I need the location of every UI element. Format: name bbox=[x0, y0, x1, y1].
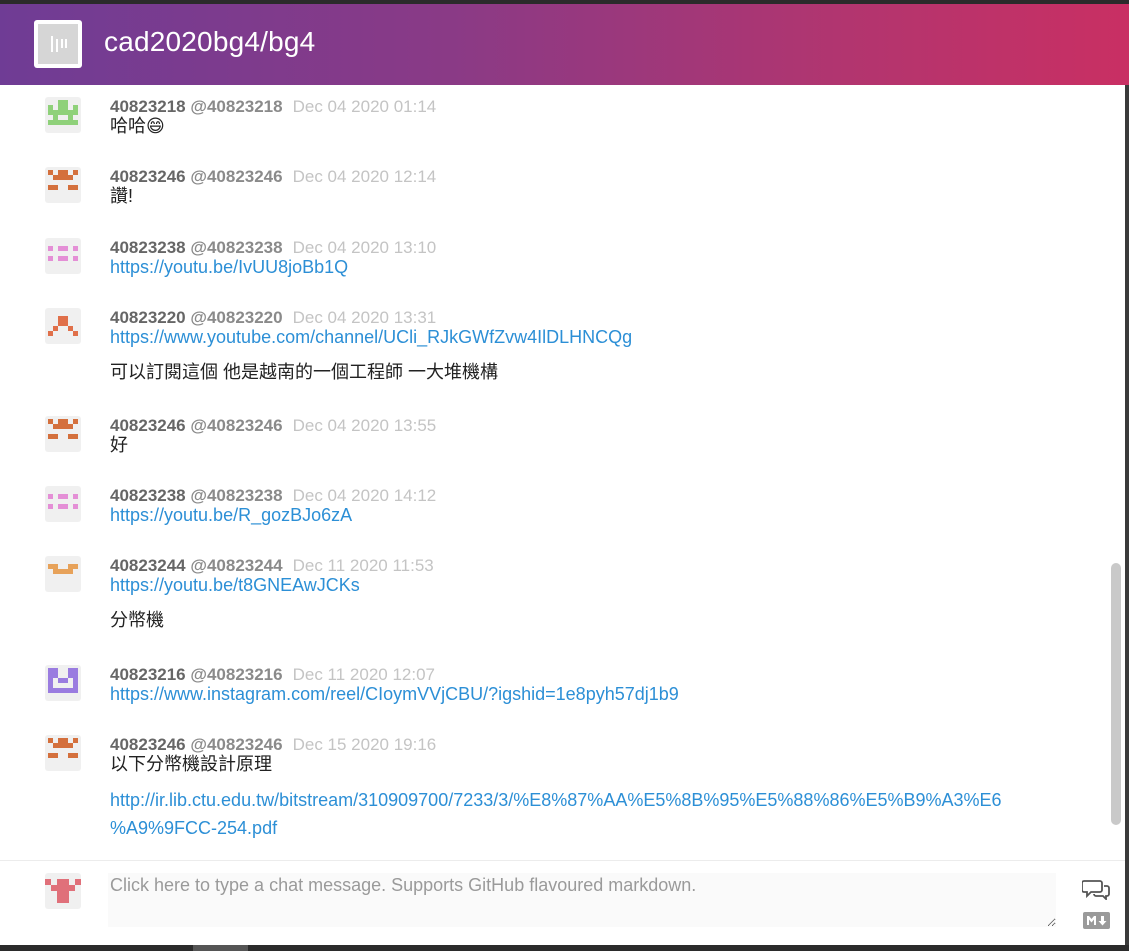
message-meta: 40823246 @40823246 Dec 04 2020 13:55 bbox=[110, 416, 436, 436]
chat-scrollbar[interactable] bbox=[1111, 563, 1121, 825]
message-username[interactable]: 40823220 bbox=[110, 308, 186, 327]
room-avatar-icon bbox=[38, 24, 78, 64]
message-username[interactable]: 40823246 bbox=[110, 735, 186, 754]
message-username[interactable]: 40823216 bbox=[110, 665, 186, 684]
message-link[interactable]: %A9%9FCC-254.pdf bbox=[110, 817, 277, 839]
message-handle[interactable]: @40823216 bbox=[190, 665, 282, 684]
message-text: 以下分幣機設計原理 bbox=[110, 754, 272, 774]
message-text: 好 bbox=[110, 435, 128, 455]
message-username[interactable]: 40823246 bbox=[110, 167, 186, 186]
app-window: cad2020bg4/bg4 40823218 @40823218 Dec 04 … bbox=[0, 0, 1129, 951]
user-avatar[interactable] bbox=[45, 486, 81, 522]
user-avatar[interactable] bbox=[45, 308, 81, 344]
message-link[interactable]: https://youtu.be/R_gozBJo6zA bbox=[110, 504, 352, 526]
message-username[interactable]: 40823244 bbox=[110, 556, 186, 575]
message-timestamp[interactable]: Dec 04 2020 13:55 bbox=[293, 416, 437, 435]
user-avatar[interactable] bbox=[45, 97, 81, 133]
message-handle[interactable]: @40823246 bbox=[190, 416, 282, 435]
message-meta: 40823218 @40823218 Dec 04 2020 01:14 bbox=[110, 97, 436, 117]
user-avatar[interactable] bbox=[45, 167, 81, 203]
message-timestamp[interactable]: Dec 04 2020 14:12 bbox=[293, 486, 437, 505]
message-handle[interactable]: @40823244 bbox=[190, 556, 282, 575]
message-text: 分幣機 bbox=[110, 610, 164, 630]
message-meta: 40823244 @40823244 Dec 11 2020 11:53 bbox=[110, 556, 434, 576]
bottom-bar-segment bbox=[193, 945, 248, 951]
message-handle[interactable]: @40823238 bbox=[190, 486, 282, 505]
message-timestamp[interactable]: Dec 04 2020 13:31 bbox=[293, 308, 437, 327]
current-user-avatar[interactable] bbox=[45, 873, 81, 909]
user-avatar[interactable] bbox=[45, 238, 81, 274]
chat-input[interactable] bbox=[108, 873, 1056, 927]
message-handle[interactable]: @40823220 bbox=[190, 308, 282, 327]
message-link[interactable]: https://youtu.be/t8GNEAwJCKs bbox=[110, 574, 360, 596]
message-handle[interactable]: @40823246 bbox=[190, 735, 282, 754]
message-link[interactable]: http://ir.lib.ctu.edu.tw/bitstream/31090… bbox=[110, 789, 1002, 811]
message-text: 可以訂閱這個 他是越南的一個工程師 一大堆機構 bbox=[110, 362, 498, 382]
message-timestamp[interactable]: Dec 04 2020 13:10 bbox=[293, 238, 437, 257]
message-link[interactable]: https://www.instagram.com/reel/CIoymVVjC… bbox=[110, 683, 679, 705]
message-username[interactable]: 40823218 bbox=[110, 97, 186, 116]
message-username[interactable]: 40823246 bbox=[110, 416, 186, 435]
chat-composer bbox=[0, 860, 1125, 946]
user-avatar[interactable] bbox=[45, 735, 81, 771]
message-username[interactable]: 40823238 bbox=[110, 486, 186, 505]
message-link[interactable]: https://www.youtube.com/channel/UCli_RJk… bbox=[110, 326, 632, 348]
message-meta: 40823246 @40823246 Dec 04 2020 12:14 bbox=[110, 167, 436, 187]
message-timestamp[interactable]: Dec 04 2020 12:14 bbox=[293, 167, 437, 186]
message-timestamp[interactable]: Dec 11 2020 12:07 bbox=[293, 665, 435, 684]
message-timestamp[interactable]: Dec 11 2020 11:53 bbox=[293, 556, 434, 575]
chat-message-list[interactable]: 40823218 @40823218 Dec 04 2020 01:14 哈哈😄 40… bbox=[0, 85, 1125, 860]
room-avatar[interactable] bbox=[34, 20, 82, 68]
user-avatar[interactable] bbox=[45, 556, 81, 592]
message-text: 讚! bbox=[110, 186, 134, 206]
message-handle[interactable]: @40823218 bbox=[190, 97, 282, 116]
message-timestamp[interactable]: Dec 04 2020 01:14 bbox=[293, 97, 437, 116]
chat-bubbles-icon[interactable] bbox=[1082, 878, 1110, 900]
message-meta: 40823216 @40823216 Dec 11 2020 12:07 bbox=[110, 665, 435, 685]
message-timestamp[interactable]: Dec 15 2020 19:16 bbox=[293, 735, 437, 754]
message-handle[interactable]: @40823246 bbox=[190, 167, 282, 186]
message-meta: 40823238 @40823238 Dec 04 2020 13:10 bbox=[110, 238, 436, 258]
message-meta: 40823238 @40823238 Dec 04 2020 14:12 bbox=[110, 486, 436, 506]
markdown-icon[interactable] bbox=[1083, 912, 1110, 929]
message-link[interactable]: https://youtu.be/IvUU8joBb1Q bbox=[110, 256, 348, 278]
message-text: 哈哈😄 bbox=[110, 116, 165, 136]
user-avatar[interactable] bbox=[45, 665, 81, 701]
message-meta: 40823220 @40823220 Dec 04 2020 13:31 bbox=[110, 308, 436, 328]
message-meta: 40823246 @40823246 Dec 15 2020 19:16 bbox=[110, 735, 436, 755]
user-avatar[interactable] bbox=[45, 416, 81, 452]
message-handle[interactable]: @40823238 bbox=[190, 238, 282, 257]
message-username[interactable]: 40823238 bbox=[110, 238, 186, 257]
room-header: cad2020bg4/bg4 bbox=[0, 4, 1129, 85]
room-title[interactable]: cad2020bg4/bg4 bbox=[104, 26, 315, 58]
bottom-bar bbox=[0, 945, 1129, 951]
